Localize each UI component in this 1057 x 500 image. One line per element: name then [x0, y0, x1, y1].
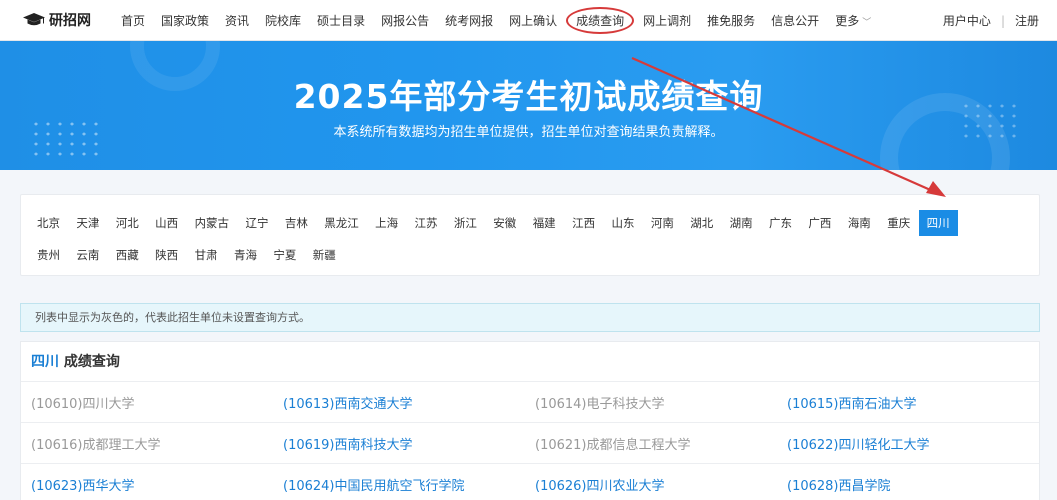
province-tab[interactable]: 湖南 [730, 210, 753, 236]
logo-text: 研招网 [49, 13, 91, 29]
school-link[interactable]: (10613)西南交通大学 [283, 393, 535, 412]
province-tab[interactable]: 宁夏 [273, 242, 296, 268]
school-link[interactable]: (10615)西南石油大学 [787, 393, 1039, 412]
province-tab[interactable]: 安徽 [493, 210, 516, 236]
school-link: (10614)电子科技大学 [535, 396, 665, 412]
nav-item[interactable]: 网上调剂 [643, 12, 691, 29]
school-link[interactable]: (10626)四川农业大学 [535, 475, 787, 494]
nav-item-label: 网上调剂 [643, 13, 692, 28]
banner-title: 2025年部分考生初试成绩查询 [293, 77, 764, 116]
banner-subtitle: 本系统所有数据均为招生单位提供，招生单位对查询结果负责解释。 [333, 125, 724, 140]
nav-item[interactable]: 网上确认 [509, 12, 557, 29]
nav-item-label: 首页 [121, 13, 146, 28]
province-tab[interactable]: 陕西 [155, 242, 178, 268]
nav-item-label: 统考网报 [445, 13, 494, 28]
nav-item-label: 资讯 [225, 13, 250, 28]
nav-item[interactable]: 推免服务 [707, 12, 755, 29]
nav-item-label: 网报公告 [381, 13, 430, 28]
school-link[interactable]: (10624)中国民用航空飞行学院 [283, 475, 535, 494]
nav-item[interactable]: 更多 ﹀ [835, 12, 871, 29]
province-tab[interactable]: 青海 [234, 242, 257, 268]
nav-item-label: 成绩查询 [576, 13, 625, 28]
main-nav: 首页 国家政策 资讯 院校库 硕士目录 网报公告 统考网报 网上确认 成绩查询 网上调剂 推免服务信… [121, 0, 887, 41]
province-tab[interactable]: 湖北 [690, 210, 713, 236]
nav-item[interactable]: 硕士目录 [317, 12, 365, 29]
top-navigation-bar: 研招网 首页 国家政策 资讯 院校库 硕士目录 网报公告 统考网报 网上确认 成绩查询 网上调剂推… [0, 0, 1057, 41]
nav-item-label: 国家政策 [161, 13, 210, 28]
page: 研招网 首页 国家政策 资讯 院校库 硕士目录 网报公告 统考网报 网上确认 成绩查询 网上调剂推… [0, 0, 1057, 500]
chevron-down-icon: ﹀ [862, 17, 872, 28]
user-links-separator: | [1000, 13, 1005, 28]
nav-item-label: 硕士目录 [317, 13, 366, 28]
province-tab[interactable]: 辽宁 [245, 210, 268, 236]
nav-item-label: 更多 [835, 13, 860, 28]
school-link: (10621)成都信息工程大学 [535, 437, 691, 453]
province-tab[interactable]: 江苏 [415, 210, 438, 236]
province-tab[interactable]: 贵州 [37, 242, 60, 268]
nav-item[interactable]: 院校库 [265, 12, 301, 29]
results-panel: 四川 成绩查询 (10610)四川大学 (10613)西南交通大学 (10614)电… [20, 341, 1040, 500]
province-tab[interactable]: 甘肃 [195, 242, 218, 268]
school-link[interactable]: (10619)西南科技大学 [283, 434, 535, 453]
user-center-link[interactable]: 用户中心 [943, 12, 991, 29]
nav-item[interactable]: 资讯 [225, 12, 249, 29]
result-row: (10623)西华大学 (10624)中国民用航空飞行学院 (10626)四川农业大… [21, 464, 1039, 500]
nav-item[interactable]: 成绩查询 [566, 6, 635, 34]
results-heading: 四川 成绩查询 [21, 342, 1039, 382]
hero-banner: 2025年部分考生初试成绩查询 本系统所有数据均为招生单位提供，招生单位对查询结… [0, 41, 1057, 170]
gray-entries-notice: 列表中显示为灰色的，代表此招生单位未设置查询方式。 [20, 303, 1040, 332]
user-links: 用户中心 | 注册 [943, 0, 1039, 41]
province-row: 贵州 云南 西藏 陕西 甘肃 青海 宁夏 新疆 [37, 242, 352, 268]
province-tab[interactable]: 山东 [611, 210, 634, 236]
result-row: (10610)四川大学 (10613)西南交通大学 (10614)电子科技大学 (10… [21, 382, 1039, 423]
results-province-name: 四川 [31, 354, 59, 370]
province-tab[interactable]: 天津 [76, 210, 99, 236]
province-tab[interactable]: 广东 [769, 210, 792, 236]
results-title: 成绩查询 [63, 354, 120, 370]
school-link[interactable]: (10623)西华大学 [31, 475, 283, 494]
register-link[interactable]: 注册 [1015, 12, 1039, 29]
province-selector: 北京 天津 河北 山西 内蒙古 辽宁 吉林 黑龙江 上海 江苏 浙江 安徽 福建 江西 山东 河南 湖北 湖南 广东… [20, 194, 1040, 276]
nav-item-label: 院校库 [265, 13, 302, 28]
province-tab[interactable]: 四川 [918, 210, 958, 236]
site-logo[interactable]: 研招网 [23, 0, 115, 41]
graduation-cap-icon [23, 13, 45, 26]
province-tab[interactable]: 云南 [76, 242, 99, 268]
result-row: (10616)成都理工大学 (10619)西南科技大学 (10621)成都信息工程大… [21, 423, 1039, 464]
school-link: (10616)成都理工大学 [31, 437, 161, 453]
province-tab[interactable]: 重庆 [887, 210, 910, 236]
nav-item-label: 网上确认 [509, 13, 558, 28]
province-tab[interactable]: 广西 [808, 210, 831, 236]
province-tab[interactable]: 江西 [572, 210, 595, 236]
province-tab[interactable]: 西藏 [116, 242, 139, 268]
nav-item[interactable]: 国家政策 [161, 12, 209, 29]
province-row: 北京 天津 河北 山西 内蒙古 辽宁 吉林 黑龙江 上海 江苏 浙江 安徽 福建 江西 山东 河南 湖北 湖南 广东… [37, 210, 958, 236]
province-tab[interactable]: 上海 [375, 210, 398, 236]
province-tab[interactable]: 海南 [848, 210, 871, 236]
province-tab[interactable]: 山西 [155, 210, 178, 236]
province-tab[interactable]: 新疆 [313, 242, 336, 268]
province-tab[interactable]: 浙江 [454, 210, 477, 236]
nav-item[interactable]: 网报公告 [381, 12, 429, 29]
school-link[interactable]: (10622)四川轻化工大学 [787, 434, 1039, 453]
province-tab[interactable]: 河南 [651, 210, 674, 236]
nav-item-label: 信息公开 [771, 13, 820, 28]
results-list: (10610)四川大学 (10613)西南交通大学 (10614)电子科技大学 (10… [21, 382, 1039, 500]
province-tab[interactable]: 吉林 [285, 210, 308, 236]
province-tab[interactable]: 福建 [533, 210, 556, 236]
nav-item-label: 推免服务 [707, 13, 756, 28]
province-tab[interactable]: 河北 [116, 210, 139, 236]
province-tab[interactable]: 北京 [37, 210, 60, 236]
nav-item[interactable]: 信息公开 [771, 12, 819, 29]
school-link: (10610)四川大学 [31, 396, 135, 412]
nav-item[interactable]: 统考网报 [445, 12, 493, 29]
school-link[interactable]: (10628)西昌学院 [787, 475, 1039, 494]
province-tab[interactable]: 内蒙古 [195, 210, 230, 236]
province-tab[interactable]: 黑龙江 [324, 210, 359, 236]
nav-item[interactable]: 首页 [121, 12, 145, 29]
